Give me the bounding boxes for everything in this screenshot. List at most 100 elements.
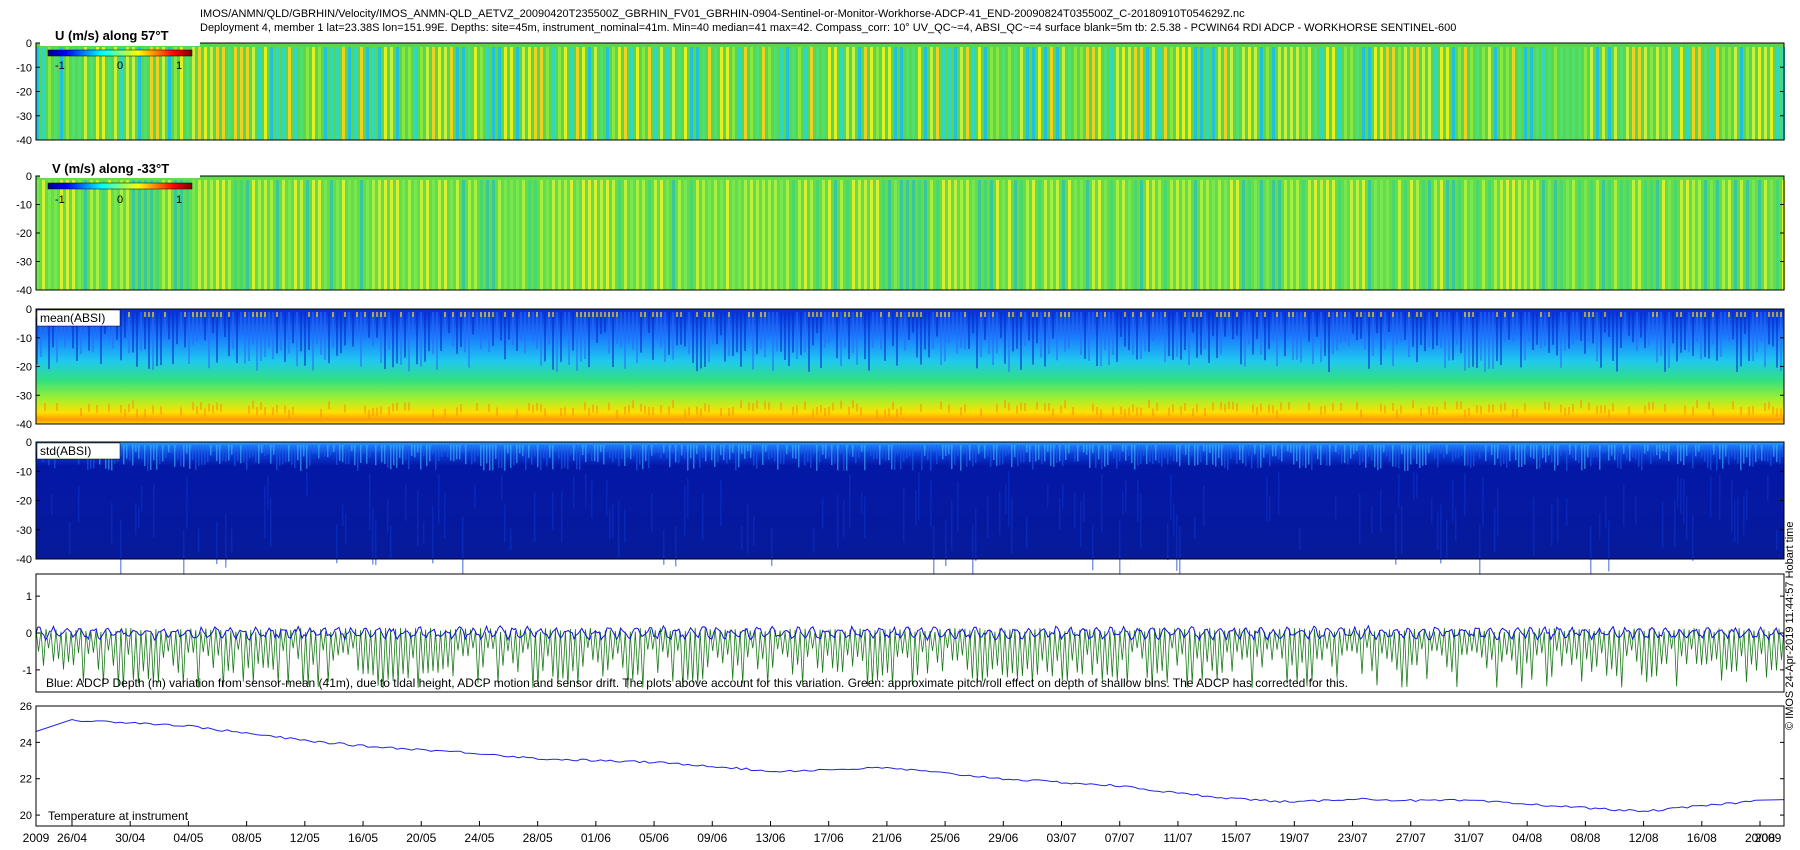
std-streak	[1320, 445, 1322, 466]
absi-streak	[1496, 312, 1498, 362]
absi-streak	[396, 312, 398, 364]
absi-streak	[648, 312, 650, 333]
std-deep-streak	[1692, 514, 1694, 561]
std-deep-streak	[1683, 479, 1685, 524]
absi-streak	[1500, 312, 1502, 366]
velocity-stripe	[1254, 180, 1257, 290]
std-streak	[768, 445, 770, 460]
absi-bottom-mark	[372, 408, 374, 417]
velocity-stripe	[642, 180, 645, 290]
std-streak	[903, 445, 905, 462]
std-streak	[723, 445, 725, 461]
absi-bottom-mark	[1604, 405, 1606, 414]
velocity-stripe	[1536, 180, 1539, 290]
velocity-stripe	[1338, 180, 1341, 290]
velocity-stripe	[1686, 180, 1689, 290]
absi-bottom-mark	[1052, 408, 1054, 417]
std-streak	[372, 445, 374, 452]
std-streak	[597, 445, 599, 462]
velocity-stripe	[690, 47, 693, 140]
std-streak	[849, 445, 851, 455]
velocity-stripe	[1764, 47, 1767, 140]
x-tick-label: 01/06	[581, 831, 611, 845]
velocity-stripe	[138, 47, 141, 140]
absi-bottom-mark	[748, 402, 750, 411]
velocity-stripe	[612, 180, 615, 290]
absi-surface-mark	[344, 312, 346, 317]
velocity-stripe	[1566, 180, 1569, 290]
absi-streak	[792, 312, 794, 353]
velocity-stripe	[594, 180, 597, 290]
v-velocity-panel: V (m/s) along -33°T -1 0 1	[35, 160, 1785, 291]
absi-streak	[432, 312, 434, 355]
std-deep-streak	[78, 486, 80, 522]
absi-bottom-mark	[1712, 408, 1714, 417]
absi-streak	[1648, 312, 1650, 346]
velocity-stripe	[492, 47, 495, 140]
velocity-stripe	[390, 47, 393, 140]
std-streak	[564, 445, 566, 468]
std-streak	[1281, 445, 1283, 462]
velocity-stripe	[1698, 47, 1701, 140]
std-streak	[885, 445, 887, 461]
absi-bottom-mark	[396, 402, 398, 411]
velocity-stripe	[1608, 47, 1611, 140]
velocity-stripe	[168, 180, 171, 290]
absi-streak	[1316, 312, 1318, 337]
velocity-stripe	[1656, 47, 1659, 140]
absi-streak	[1364, 312, 1366, 350]
velocity-stripe	[954, 180, 957, 290]
std-streak	[1020, 445, 1022, 463]
std-streak	[297, 445, 299, 461]
absi-surface-mark	[1380, 312, 1382, 317]
std-streak	[1353, 445, 1355, 454]
std-streak	[1782, 445, 1784, 458]
velocity-stripe	[960, 180, 963, 290]
absi-bottom-mark	[320, 408, 322, 417]
std-deep-streak	[687, 478, 689, 519]
absi-bottom-mark	[516, 408, 518, 417]
velocity-stripe	[930, 180, 933, 290]
absi-surface-mark	[1288, 312, 1290, 317]
absi-streak	[140, 312, 142, 352]
std-streak	[750, 445, 752, 458]
absi-surface-mark	[260, 312, 262, 317]
absi-streak	[856, 312, 858, 365]
absi-bottom-mark	[996, 404, 998, 413]
std-streak	[1032, 445, 1034, 470]
velocity-stripe	[264, 180, 267, 290]
std-deep-streak	[1743, 495, 1745, 536]
absi-streak	[1760, 312, 1762, 342]
std-streak	[1017, 445, 1019, 467]
absi-streak	[1416, 312, 1418, 363]
std-streak	[834, 445, 836, 464]
absi-surface-mark	[372, 312, 374, 317]
std-deep-streak	[1005, 484, 1007, 515]
std-streak	[1767, 445, 1769, 462]
std-streak	[333, 445, 335, 453]
absi-surface-mark	[980, 312, 982, 317]
u-colorbar	[47, 49, 193, 57]
velocity-stripe	[684, 180, 687, 290]
std-streak	[1116, 445, 1118, 469]
velocity-stripe	[1650, 47, 1653, 140]
velocity-stripe	[1182, 47, 1185, 140]
absi-streak	[1692, 312, 1694, 356]
velocity-stripe	[1746, 47, 1749, 140]
std-streak	[1389, 445, 1391, 462]
std-streak	[612, 445, 614, 462]
velocity-stripe	[1314, 180, 1317, 290]
std-streak	[1113, 445, 1115, 459]
absi-streak	[1308, 312, 1310, 342]
absi-surface-mark	[752, 312, 754, 317]
absi-streak	[1472, 312, 1474, 367]
velocity-stripe	[792, 180, 795, 290]
velocity-stripe	[1386, 180, 1389, 290]
velocity-stripe	[660, 47, 663, 140]
absi-surface-mark	[1496, 312, 1498, 317]
std-streak	[1659, 445, 1661, 459]
std-streak	[1047, 445, 1049, 452]
absi-streak	[1624, 312, 1626, 334]
std-streak	[1428, 445, 1430, 454]
std-streak	[447, 445, 449, 458]
